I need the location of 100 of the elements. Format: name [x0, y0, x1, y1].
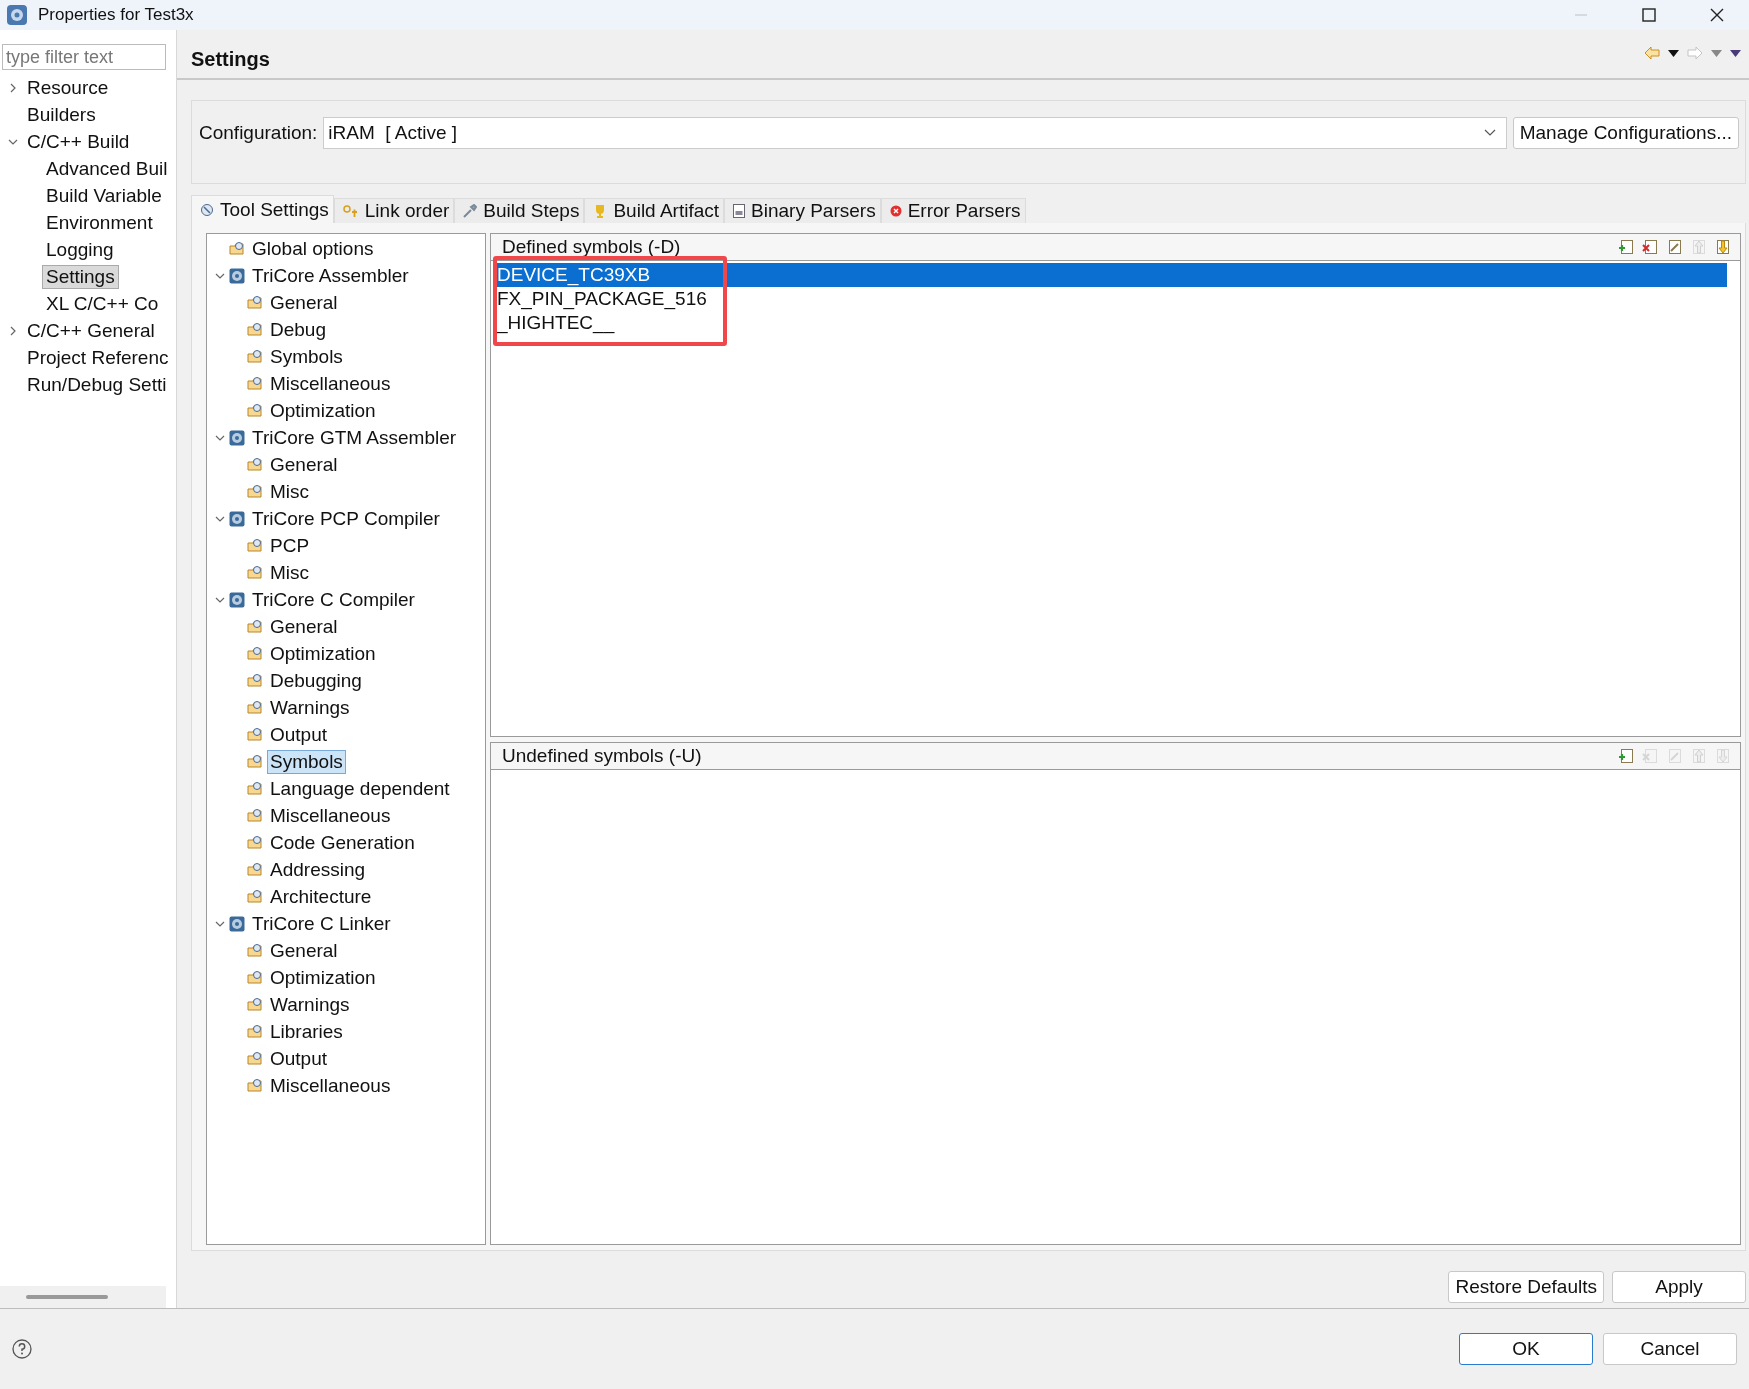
tab[interactable]: Link order: [333, 198, 455, 223]
nav-item[interactable]: Advanced Buil: [42, 156, 172, 181]
nav-item[interactable]: Resource: [23, 75, 113, 100]
page-button[interactable]: Apply: [1612, 1271, 1746, 1303]
tree-item[interactable]: Symbols: [267, 344, 346, 369]
tool-icon: [229, 591, 245, 608]
symbol-item[interactable]: DEVICE_TC39XB: [495, 263, 1727, 287]
tab[interactable]: Binary Parsers: [724, 198, 881, 223]
folder-icon: [247, 322, 263, 337]
manage-configurations-button[interactable]: Manage Configurations...: [1512, 117, 1739, 149]
tree-item[interactable]: Global options: [249, 236, 377, 261]
tree-item[interactable]: Symbols: [267, 749, 346, 774]
tree-item[interactable]: Libraries: [267, 1019, 346, 1044]
tab[interactable]: Build Artifact: [584, 198, 725, 223]
tree-item[interactable]: Misc: [267, 560, 313, 585]
folder-icon: [247, 565, 263, 580]
nav-item[interactable]: Build Variable: [42, 183, 166, 208]
nav-item[interactable]: Builders: [23, 102, 100, 127]
tree-item[interactable]: Misc: [267, 479, 313, 504]
nav-item[interactable]: Environment: [42, 210, 157, 235]
tree-item[interactable]: PCP: [267, 533, 313, 558]
nav-item[interactable]: Logging: [42, 237, 118, 262]
add-icon[interactable]: [1618, 747, 1634, 764]
folder-icon: [247, 376, 263, 391]
page-button[interactable]: Restore Defaults: [1448, 1271, 1604, 1303]
folder-icon: [247, 862, 263, 877]
tree-item[interactable]: TriCore Assembler: [249, 263, 412, 288]
tree-item[interactable]: Debugging: [267, 668, 365, 693]
tree-item[interactable]: Miscellaneous: [267, 371, 394, 396]
folder-icon: [247, 754, 263, 769]
tab[interactable]: Build Steps: [454, 198, 585, 223]
tree-item[interactable]: Output: [267, 1046, 331, 1071]
tree-item[interactable]: TriCore C Compiler: [249, 587, 418, 612]
nav-item[interactable]: XL C/C++ Co: [42, 291, 163, 316]
tree-item[interactable]: Optimization: [267, 641, 379, 666]
folder-icon: [247, 1078, 263, 1093]
nav-item[interactable]: C/C++ Build: [23, 129, 134, 154]
folder-icon: [247, 970, 263, 985]
dialog-button[interactable]: OK: [1459, 1333, 1593, 1365]
dialog-button[interactable]: Cancel: [1603, 1333, 1737, 1365]
folder-icon: [247, 646, 263, 661]
folder-icon: [247, 781, 263, 796]
down-icon[interactable]: [1714, 239, 1730, 255]
maximize-icon[interactable]: [1641, 7, 1657, 23]
window-title: Properties for Test3x: [38, 5, 194, 25]
tree-item[interactable]: Miscellaneous: [267, 803, 394, 828]
tree-item[interactable]: Output: [267, 722, 331, 747]
chevron-right-icon[interactable]: [8, 82, 18, 93]
tree-item[interactable]: TriCore GTM Assembler: [249, 425, 460, 450]
nav-item[interactable]: Project Referenc: [23, 345, 173, 370]
tree-item[interactable]: Optimization: [267, 965, 379, 990]
symbol-item[interactable]: FX_PIN_PACKAGE_516: [495, 287, 1740, 311]
chevron-right-icon[interactable]: [8, 325, 18, 336]
folder-icon: [247, 349, 263, 364]
tree-item[interactable]: Architecture: [267, 884, 375, 909]
folder-icon: [229, 241, 245, 256]
dropdown-icon[interactable]: [1668, 49, 1679, 57]
help-icon[interactable]: [12, 1339, 32, 1359]
symbol-item[interactable]: _HIGHTEC__: [495, 311, 1740, 335]
filter-field[interactable]: type filter text: [2, 44, 166, 70]
close-icon[interactable]: [1709, 7, 1725, 23]
tree-item[interactable]: Code Generation: [267, 830, 418, 855]
tab[interactable]: Error Parsers: [880, 198, 1026, 223]
add-icon[interactable]: [1618, 239, 1634, 255]
tree-item[interactable]: General: [267, 614, 341, 639]
nav-item[interactable]: Run/Debug Setti: [23, 372, 171, 397]
edit-icon[interactable]: [1666, 239, 1682, 255]
tree-item[interactable]: TriCore C Linker: [249, 911, 394, 936]
tree-item[interactable]: Debug: [267, 317, 329, 342]
folder-icon: [247, 1051, 263, 1066]
document-icon: [733, 204, 746, 218]
tree-item[interactable]: Addressing: [267, 857, 369, 882]
folder-icon: [247, 673, 263, 688]
nav-item[interactable]: C/C++ General: [23, 318, 159, 343]
folder-icon: [247, 619, 263, 634]
tree-item[interactable]: Warnings: [267, 695, 353, 720]
chevron-down-icon: [1483, 129, 1496, 137]
tree-item[interactable]: Optimization: [267, 398, 379, 423]
view-menu-icon[interactable]: [1730, 49, 1741, 57]
tree-item[interactable]: General: [267, 452, 341, 477]
tree-item[interactable]: General: [267, 290, 341, 315]
configuration-dropdown[interactable]: iRAM [ Active ]: [323, 117, 1507, 149]
tree-item[interactable]: Miscellaneous: [267, 1073, 394, 1098]
nav-item[interactable]: Settings: [42, 264, 119, 289]
folder-icon: [247, 1024, 263, 1039]
link-icon: [342, 204, 359, 218]
tool-icon: [229, 510, 245, 527]
folder-icon: [247, 997, 263, 1012]
configuration-label: Configuration:: [199, 122, 318, 144]
app-icon: [6, 4, 28, 26]
tool-icon: [229, 915, 245, 932]
folder-icon: [247, 808, 263, 823]
tree-item[interactable]: Warnings: [267, 992, 353, 1017]
tab[interactable]: Tool Settings: [191, 195, 334, 223]
scrollbar-thumb[interactable]: [26, 1295, 108, 1299]
delete-icon[interactable]: [1642, 239, 1658, 255]
page-title: Settings: [191, 47, 270, 71]
tree-item[interactable]: TriCore PCP Compiler: [249, 506, 443, 531]
tree-item[interactable]: Language dependent: [267, 776, 453, 801]
tree-item[interactable]: General: [267, 938, 341, 963]
